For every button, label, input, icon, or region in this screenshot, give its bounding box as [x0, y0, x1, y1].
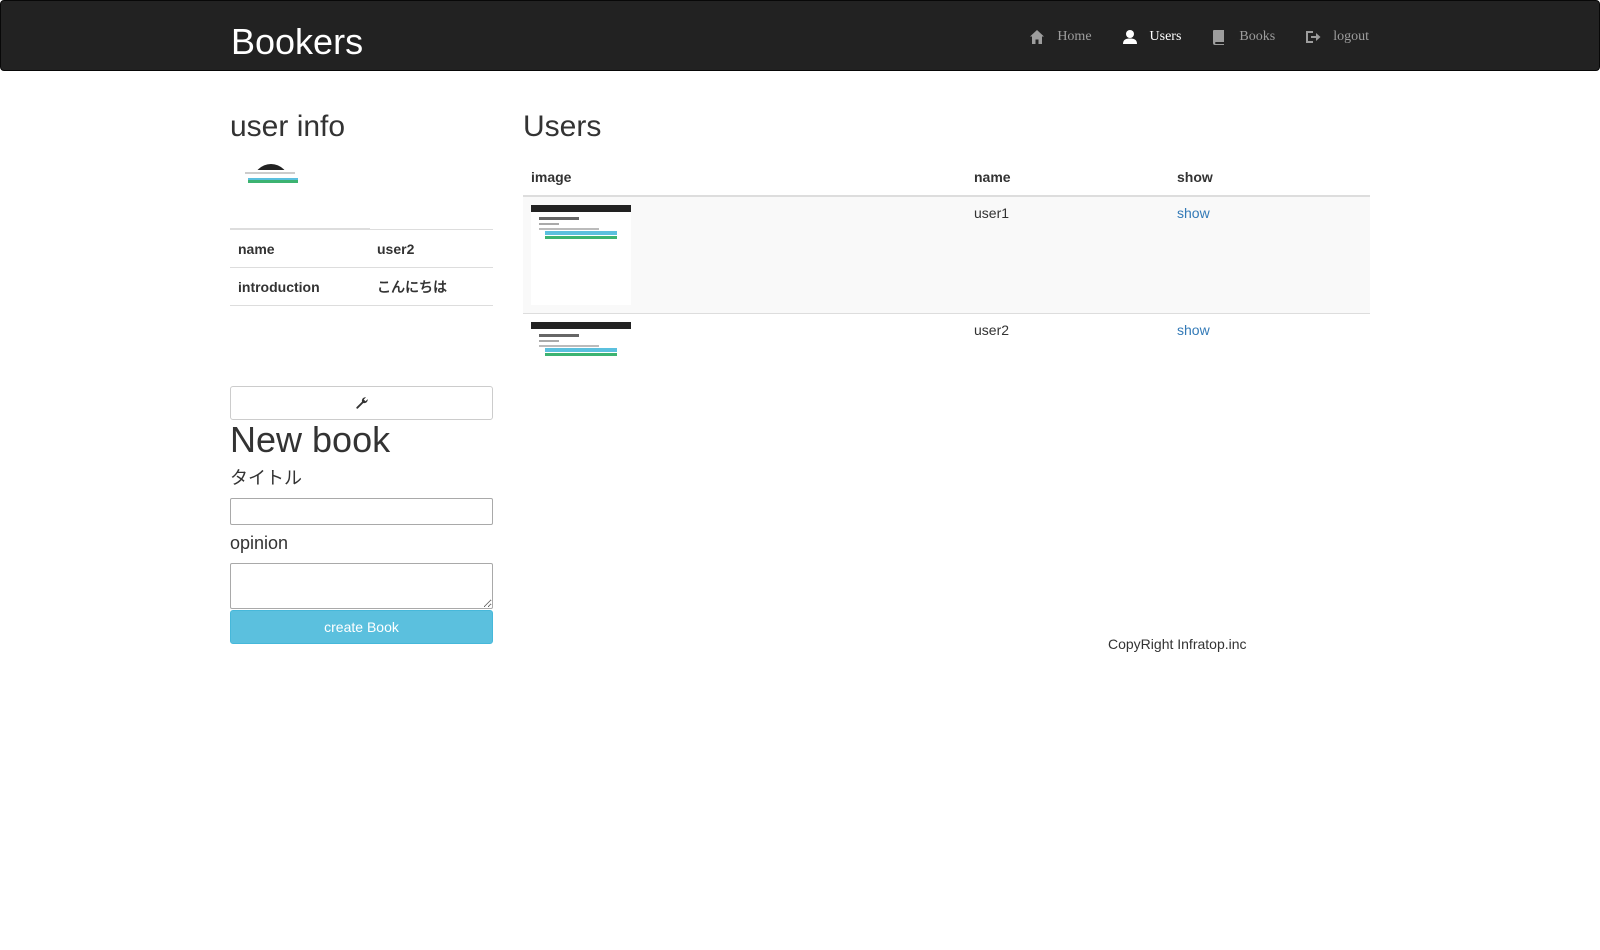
nav-users[interactable]: Users: [1122, 28, 1182, 45]
nav-users-label: Users: [1149, 28, 1182, 44]
home-icon: [1030, 29, 1045, 44]
user-thumbnail: [531, 205, 631, 305]
column-header: show: [1169, 158, 1370, 197]
sidebar: user info name user2 introduction こんにちは …: [230, 100, 493, 644]
user-name: user1: [974, 205, 1010, 221]
create-book-button[interactable]: create Book: [230, 610, 493, 644]
info-key: introduction: [230, 267, 369, 306]
edit-profile-button[interactable]: [230, 386, 493, 420]
nav-menu: Home Users Books logout: [999, 1, 1369, 72]
user-info-table: name user2 introduction こんにちは: [230, 229, 493, 306]
logout-icon: [1306, 30, 1321, 43]
user-image-cell: [523, 313, 966, 365]
user-icon: [1122, 29, 1137, 44]
user-image-cell: [523, 196, 966, 314]
book-opinion-input[interactable]: [230, 563, 493, 609]
users-section: Users image name show user1 show user2 s…: [523, 100, 1370, 365]
opinion-label: opinion: [230, 533, 289, 553]
new-book-title: New book: [230, 419, 391, 460]
nav-books[interactable]: Books: [1211, 29, 1275, 45]
info-row-introduction: introduction こんにちは: [230, 267, 493, 306]
wrench-icon: [355, 397, 368, 409]
book-icon: [1213, 29, 1225, 45]
show-user-link[interactable]: show: [1177, 322, 1210, 338]
nav-logout[interactable]: logout: [1305, 29, 1369, 45]
info-key: name: [230, 229, 369, 268]
table-row: user1 show: [523, 196, 1370, 314]
nav-home-label: Home: [1057, 28, 1092, 44]
show-user-link[interactable]: show: [1177, 205, 1210, 221]
info-value: こんにちは: [369, 267, 493, 306]
footer-copyright: CopyRight Infratop.inc: [1108, 636, 1247, 652]
nav-logout-label: logout: [1333, 28, 1369, 44]
users-title: Users: [523, 110, 602, 143]
table-header: image name show: [523, 158, 1370, 197]
user-thumbnail: [531, 322, 631, 357]
column-header: name: [966, 158, 1169, 197]
user-name: user2: [966, 313, 1169, 365]
column-header: image: [523, 158, 966, 197]
title-label: タイトル: [230, 468, 302, 488]
info-value: user2: [369, 229, 493, 268]
navbar: Bookers Home Users Books logout: [0, 0, 1600, 71]
users-table: image name show user1 show user2 show: [523, 158, 1370, 365]
brand-logo[interactable]: Bookers: [231, 20, 363, 64]
nav-home[interactable]: Home: [1029, 28, 1092, 45]
table-row: user2 show: [523, 313, 1370, 365]
info-row-name: name user2: [230, 229, 493, 268]
nav-books-label: Books: [1239, 28, 1276, 44]
book-title-input[interactable]: [230, 498, 493, 525]
user-info-title: user info: [230, 110, 346, 143]
profile-image: [243, 162, 299, 188]
